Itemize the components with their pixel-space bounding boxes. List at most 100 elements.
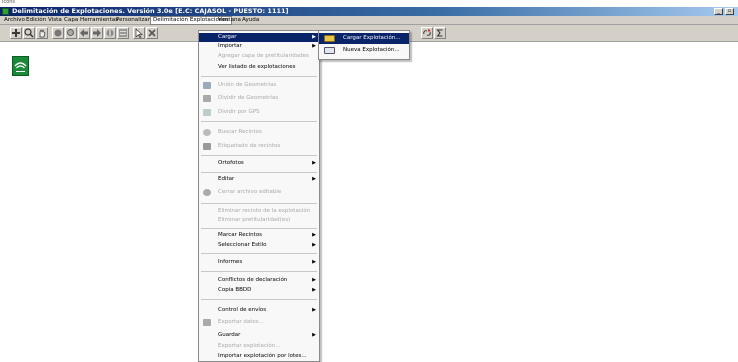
forward-arrow-icon[interactable] bbox=[91, 27, 103, 39]
submenu-arrow-icon: ▶ bbox=[312, 176, 316, 182]
minimize-button[interactable]: _ bbox=[714, 8, 723, 15]
menu-item-label: Copia BBDD bbox=[218, 287, 252, 293]
menu-item-buscar-recintos[interactable]: Buscar Recintos bbox=[199, 128, 319, 137]
menu-separator bbox=[201, 253, 317, 254]
submenu-arrow-icon: ▶ bbox=[312, 160, 316, 166]
menu-item-editar[interactable]: Editar ▶ bbox=[199, 175, 319, 184]
menu-item-union-geometrias[interactable]: Unión de Geometrías bbox=[199, 81, 319, 90]
menu-item-label: Eliminar pretitularidad(es) bbox=[218, 217, 291, 223]
select-arrow-icon[interactable] bbox=[133, 27, 145, 39]
divide-icon bbox=[203, 95, 211, 102]
menu-item-dividir-geometrias[interactable]: Dividir de Geometrías bbox=[199, 94, 319, 103]
menu-item-label: Ver listado de explotaciones bbox=[218, 64, 296, 70]
menu-edicion[interactable]: Edición bbox=[24, 16, 48, 25]
menu-item-label: Ortofotos bbox=[218, 160, 244, 166]
menu-item-label: Guardar bbox=[218, 332, 241, 338]
menu-item-label: Seleccionar Estilo bbox=[218, 242, 267, 248]
menu-ayuda[interactable]: Ayuda bbox=[240, 16, 261, 25]
menu-item-importar[interactable]: Importar ▶ bbox=[199, 42, 319, 51]
menu-item-conflictos-declaracion[interactable]: Conflictos de declaración ▶ bbox=[199, 276, 319, 285]
menu-separator bbox=[201, 76, 317, 77]
menu-separator bbox=[201, 121, 317, 122]
gps-icon bbox=[203, 109, 211, 116]
close-file-icon bbox=[203, 189, 211, 196]
menu-item-importar-explotacion-lotes[interactable]: Importar explotación por lotes... bbox=[199, 352, 319, 361]
menu-item-agregar-capa-pretitularidades[interactable]: Agregar capa de pretitularidades bbox=[199, 52, 319, 61]
delete-x-icon[interactable] bbox=[146, 27, 158, 39]
menu-item-label: Nueva Explotación... bbox=[343, 47, 400, 53]
restore-button[interactable]: ▫ bbox=[725, 8, 734, 15]
search-icon bbox=[203, 129, 211, 136]
menu-personalizar[interactable]: Personalizar bbox=[114, 16, 152, 25]
menu-item-label: Etiquetado de recintos bbox=[218, 143, 281, 149]
menu-item-eliminar-pretitularidades[interactable]: Eliminar pretitularidad(es) bbox=[199, 216, 319, 225]
menu-item-label: Exportar datos... bbox=[218, 319, 264, 325]
menu-item-guardar[interactable]: Guardar ▶ bbox=[199, 331, 319, 340]
menu-item-label: Exportar explotación... bbox=[218, 343, 281, 349]
submenu-arrow-icon: ▶ bbox=[312, 307, 316, 313]
submenu-arrow-icon: ▶ bbox=[312, 277, 316, 283]
tag-icon bbox=[203, 143, 211, 150]
menu-item-informes[interactable]: Informes ▶ bbox=[199, 258, 319, 267]
submenu-arrow-icon: ▶ bbox=[312, 259, 316, 265]
table-icon[interactable] bbox=[117, 27, 129, 39]
menu-item-label: Informes bbox=[218, 259, 243, 265]
submenu-arrow-icon: ▶ bbox=[312, 287, 316, 293]
pan-hand-icon[interactable] bbox=[36, 27, 48, 39]
menu-separator bbox=[201, 172, 317, 173]
menu-separator bbox=[201, 228, 317, 229]
add-layer-icon[interactable] bbox=[10, 27, 22, 39]
menu-item-etiquetado-recintos[interactable]: Etiquetado de recintos bbox=[199, 142, 319, 151]
menu-item-seleccionar-estilo[interactable]: Seleccionar Estilo ▶ bbox=[199, 241, 319, 250]
submenu-arrow-icon: ▶ bbox=[312, 43, 316, 49]
window-titlebar[interactable]: Delimitación de Explotaciones. Versión 3… bbox=[0, 7, 738, 16]
menu-item-label: Cerrar archivo editable bbox=[218, 189, 282, 195]
menu-item-cerrar-archivo-editable[interactable]: Cerrar archivo editable bbox=[199, 188, 319, 197]
menu-item-label: Cargar Explotación... bbox=[343, 35, 401, 41]
full-extent-icon[interactable] bbox=[52, 27, 64, 39]
menu-separator bbox=[201, 155, 317, 156]
menu-item-ortofotos[interactable]: Ortofotos ▶ bbox=[199, 159, 319, 168]
menu-item-label: Buscar Recintos bbox=[218, 129, 262, 135]
menu-item-copia-bbdd[interactable]: Copia BBDD ▶ bbox=[199, 286, 319, 295]
menu-item-cargar[interactable]: Cargar ▶ bbox=[199, 33, 319, 42]
menu-item-ver-listado-explotaciones[interactable]: Ver listado de explotaciones bbox=[199, 63, 319, 72]
menu-item-label: Dividir de Geometrías bbox=[218, 95, 279, 101]
menu-item-nueva-explotacion[interactable]: Nueva Explotación... bbox=[319, 45, 409, 56]
menu-item-exportar-datos[interactable]: Exportar datos... bbox=[199, 318, 319, 327]
top-strip: icons bbox=[0, 0, 738, 7]
menu-item-label: Agregar capa de pretitularidades bbox=[218, 53, 309, 59]
menubar: Archivo Edición Vista Capa Herramientas … bbox=[0, 16, 738, 25]
top-strip-text: icons bbox=[2, 0, 15, 5]
identify-icon[interactable] bbox=[104, 27, 116, 39]
cargar-submenu: Cargar Explotación... Nueva Explotación.… bbox=[318, 30, 410, 60]
delimitacion-dropdown-menu: Cargar ▶ Importar ▶ Agregar capa de pret… bbox=[198, 30, 320, 362]
menu-item-eliminar-recinto[interactable]: Eliminar recinto de la explotación bbox=[199, 207, 319, 216]
menu-item-marcar-recintos[interactable]: Marcar Recintos ▶ bbox=[199, 231, 319, 240]
menu-item-dividir-gps[interactable]: Dividir por GPS bbox=[199, 108, 319, 117]
menu-item-exportar-explotacion[interactable]: Exportar explotación... bbox=[199, 342, 319, 351]
submenu-arrow-icon: ▶ bbox=[312, 332, 316, 338]
menu-ventana[interactable]: Ventana bbox=[216, 16, 243, 25]
submenu-arrow-icon: ▶ bbox=[312, 242, 316, 248]
menu-item-label: Editar bbox=[218, 176, 235, 182]
menu-item-label: Control de envíos bbox=[218, 307, 267, 313]
menu-item-label: Importar explotación por lotes... bbox=[218, 353, 307, 359]
menu-item-label: Cargar bbox=[218, 34, 237, 40]
new-file-icon bbox=[324, 47, 335, 54]
open-folder-icon bbox=[324, 35, 335, 42]
window-title: Delimitación de Explotaciones. Versión 3… bbox=[12, 7, 289, 15]
menu-item-label: Unión de Geometrías bbox=[218, 82, 277, 88]
menu-item-control-envios[interactable]: Control de envíos ▶ bbox=[199, 306, 319, 315]
hyperlink-icon[interactable] bbox=[421, 27, 433, 39]
zoom-layer-icon[interactable] bbox=[65, 27, 77, 39]
menu-separator bbox=[201, 271, 317, 272]
sum-icon[interactable] bbox=[434, 27, 446, 39]
back-arrow-icon[interactable] bbox=[78, 27, 90, 39]
submenu-arrow-icon: ▶ bbox=[312, 232, 316, 238]
export-icon bbox=[203, 319, 211, 326]
app-icon bbox=[2, 8, 9, 15]
menu-item-cargar-explotacion[interactable]: Cargar Explotación... bbox=[319, 33, 409, 44]
menu-separator bbox=[201, 203, 317, 204]
zoom-icon[interactable] bbox=[23, 27, 35, 39]
